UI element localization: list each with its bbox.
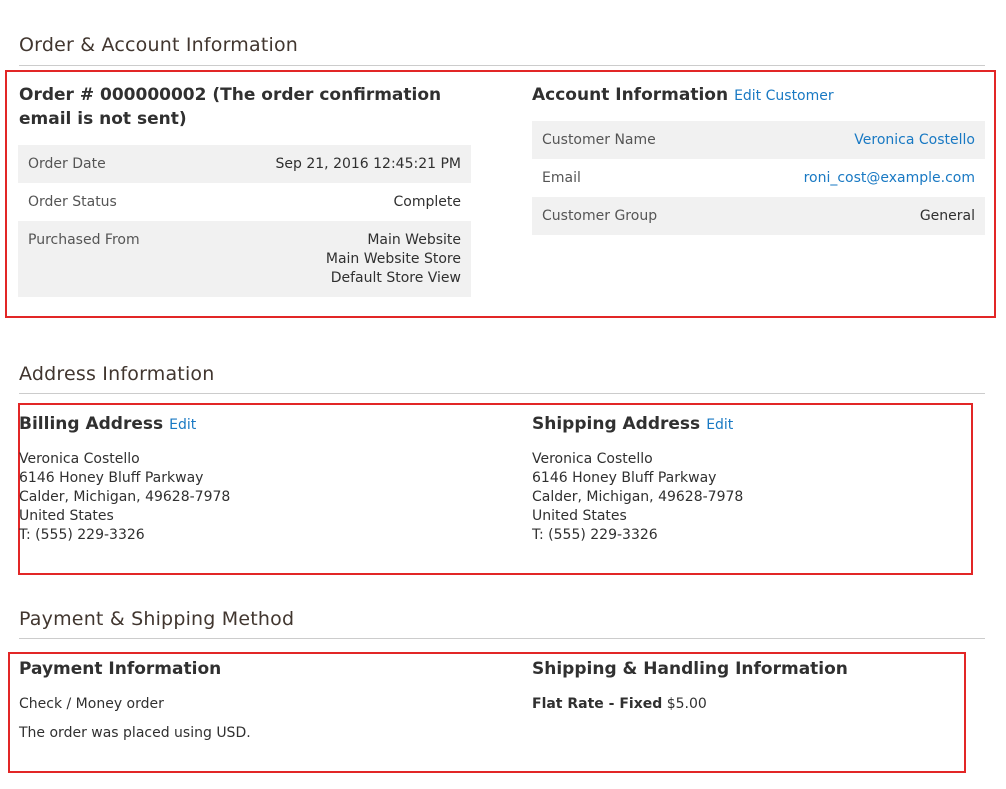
section-title-address: Address Information <box>19 363 215 385</box>
shipping-phone: T: (555) 229-3326 <box>532 527 658 543</box>
billing-city: Calder, Michigan, 49628-7978 <box>19 489 231 505</box>
billing-street: 6146 Honey Bluff Parkway <box>19 470 204 486</box>
account-info-table: Customer Name Veronica Costello Email ro… <box>532 121 985 235</box>
order-date-label: Order Date <box>18 145 195 183</box>
account-heading: Account Information Edit Customer <box>532 83 834 108</box>
table-row: Order Date Sep 21, 2016 12:45:21 PM <box>18 145 471 183</box>
table-row: Customer Name Veronica Costello <box>532 121 985 159</box>
section-divider <box>19 638 985 639</box>
customer-name-link[interactable]: Veronica Costello <box>719 121 985 159</box>
section-divider <box>19 393 985 394</box>
shipping-handling-heading: Shipping & Handling Information <box>532 659 848 679</box>
shipping-address-heading-label: Shipping Address <box>532 414 701 434</box>
purchased-from-label: Purchased From <box>18 221 195 297</box>
account-heading-label: Account Information <box>532 85 729 105</box>
billing-address-heading: Billing Address Edit <box>19 412 196 437</box>
order-heading: Order # 000000002 (The order confirmatio… <box>19 85 442 129</box>
shipping-method-line: Flat Rate - Fixed $5.00 <box>532 695 707 714</box>
table-row: Order Status Complete <box>18 183 471 221</box>
order-date-value: Sep 21, 2016 12:45:21 PM <box>194 145 471 183</box>
billing-address-heading-label: Billing Address <box>19 414 164 434</box>
section-title-payment-shipping: Payment & Shipping Method <box>19 608 295 630</box>
purchased-from-value: Main Website Main Website Store Default … <box>194 221 471 297</box>
shipping-city: Calder, Michigan, 49628-7978 <box>532 489 744 505</box>
shipping-address-heading: Shipping Address Edit <box>532 412 733 437</box>
order-status-label: Order Status <box>28 194 117 210</box>
table-row: Customer Group General <box>532 197 985 235</box>
customer-name-label: Customer Name <box>532 121 720 159</box>
purchased-from-website: Main Website <box>367 232 461 248</box>
section-title-order-account: Order & Account Information <box>19 34 299 56</box>
shipping-method-name: Flat Rate - Fixed <box>532 696 663 712</box>
customer-group-value: General <box>719 197 985 235</box>
shipping-address-block: Veronica Costello 6146 Honey Bluff Parkw… <box>532 450 743 545</box>
purchased-from-store: Main Website Store <box>325 251 461 267</box>
billing-address-block: Veronica Costello 6146 Honey Bluff Parkw… <box>19 450 230 545</box>
shipping-name: Veronica Costello <box>532 451 653 467</box>
customer-group-label: Customer Group <box>532 197 720 235</box>
shipping-street: 6146 Honey Bluff Parkway <box>532 470 717 486</box>
billing-name: Veronica Costello <box>19 451 140 467</box>
payment-info-heading: Payment Information <box>19 659 222 679</box>
email-label: Email <box>542 170 581 186</box>
order-currency-note: The order was placed using USD. <box>19 725 251 741</box>
purchased-from-store-view: Default Store View <box>330 270 461 286</box>
shipping-country: United States <box>532 508 627 524</box>
order-status-value: Complete <box>393 194 461 210</box>
section-divider <box>19 65 985 66</box>
shipping-method-price: $5.00 <box>666 696 707 712</box>
customer-email-link[interactable]: roni_cost@example.com <box>719 159 985 197</box>
order-info-table: Order Date Sep 21, 2016 12:45:21 PM Orde… <box>18 145 471 297</box>
billing-phone: T: (555) 229-3326 <box>19 527 145 543</box>
table-row: Purchased From Main Website Main Website… <box>18 221 471 297</box>
payment-method: Check / Money order <box>19 696 164 712</box>
billing-country: United States <box>19 508 114 524</box>
table-row: Email roni_cost@example.com <box>532 159 985 197</box>
edit-customer-link[interactable]: Edit Customer <box>734 88 834 104</box>
edit-billing-address-link[interactable]: Edit <box>169 417 196 433</box>
edit-shipping-address-link[interactable]: Edit <box>706 417 733 433</box>
